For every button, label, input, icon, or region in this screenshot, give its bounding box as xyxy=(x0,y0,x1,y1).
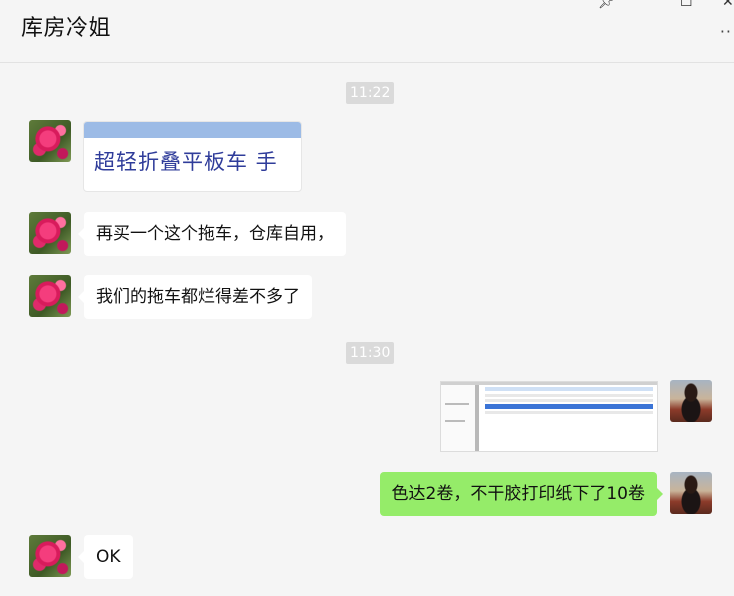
chat-header: 库房冷姐 📌︎ — ☐ ✕ ·· xyxy=(0,0,734,63)
image-thumbnail-selected-row xyxy=(485,404,653,409)
contact-avatar[interactable] xyxy=(29,275,71,317)
contact-avatar[interactable] xyxy=(29,212,71,254)
chat-title: 库房冷姐 xyxy=(21,16,112,41)
my-avatar[interactable] xyxy=(670,472,712,514)
close-icon[interactable]: ✕ xyxy=(722,0,734,10)
card-title: 超轻折叠平板车 手 xyxy=(94,150,278,174)
screenshot-image-message[interactable] xyxy=(440,381,658,452)
message-bubble[interactable]: 再买一个这个拖车，仓库自用， xyxy=(78,212,346,256)
image-thumbnail-header xyxy=(485,387,653,391)
message-bubble[interactable]: 色达2卷，不干胶打印纸下了10卷 xyxy=(379,472,664,516)
link-card-message[interactable]: 超轻折叠平板车 手 xyxy=(83,121,302,192)
maximize-icon[interactable]: ☐ xyxy=(680,0,693,10)
contact-avatar[interactable] xyxy=(29,535,71,577)
contact-avatar[interactable] xyxy=(29,120,71,162)
message-bubble[interactable]: 我们的拖车都烂得差不多了 xyxy=(78,275,312,319)
my-avatar[interactable] xyxy=(670,380,712,422)
image-thumbnail-line xyxy=(445,420,465,422)
more-options-icon[interactable]: ·· xyxy=(720,22,732,41)
card-image-strip xyxy=(84,122,301,138)
message-bubble[interactable]: OK xyxy=(78,535,133,579)
image-thumbnail-splitter xyxy=(475,385,479,451)
image-thumbnail-line xyxy=(445,403,469,405)
image-thumbnail-row xyxy=(485,399,653,402)
image-thumbnail-row xyxy=(485,394,653,397)
image-thumbnail-sidebar xyxy=(441,385,476,451)
timestamp: 11:30 xyxy=(346,342,395,364)
minimize-icon[interactable]: — xyxy=(640,0,654,6)
timestamp: 11:22 xyxy=(346,82,395,104)
pin-icon[interactable]: 📌︎ xyxy=(598,0,616,10)
image-thumbnail-row xyxy=(485,411,653,414)
